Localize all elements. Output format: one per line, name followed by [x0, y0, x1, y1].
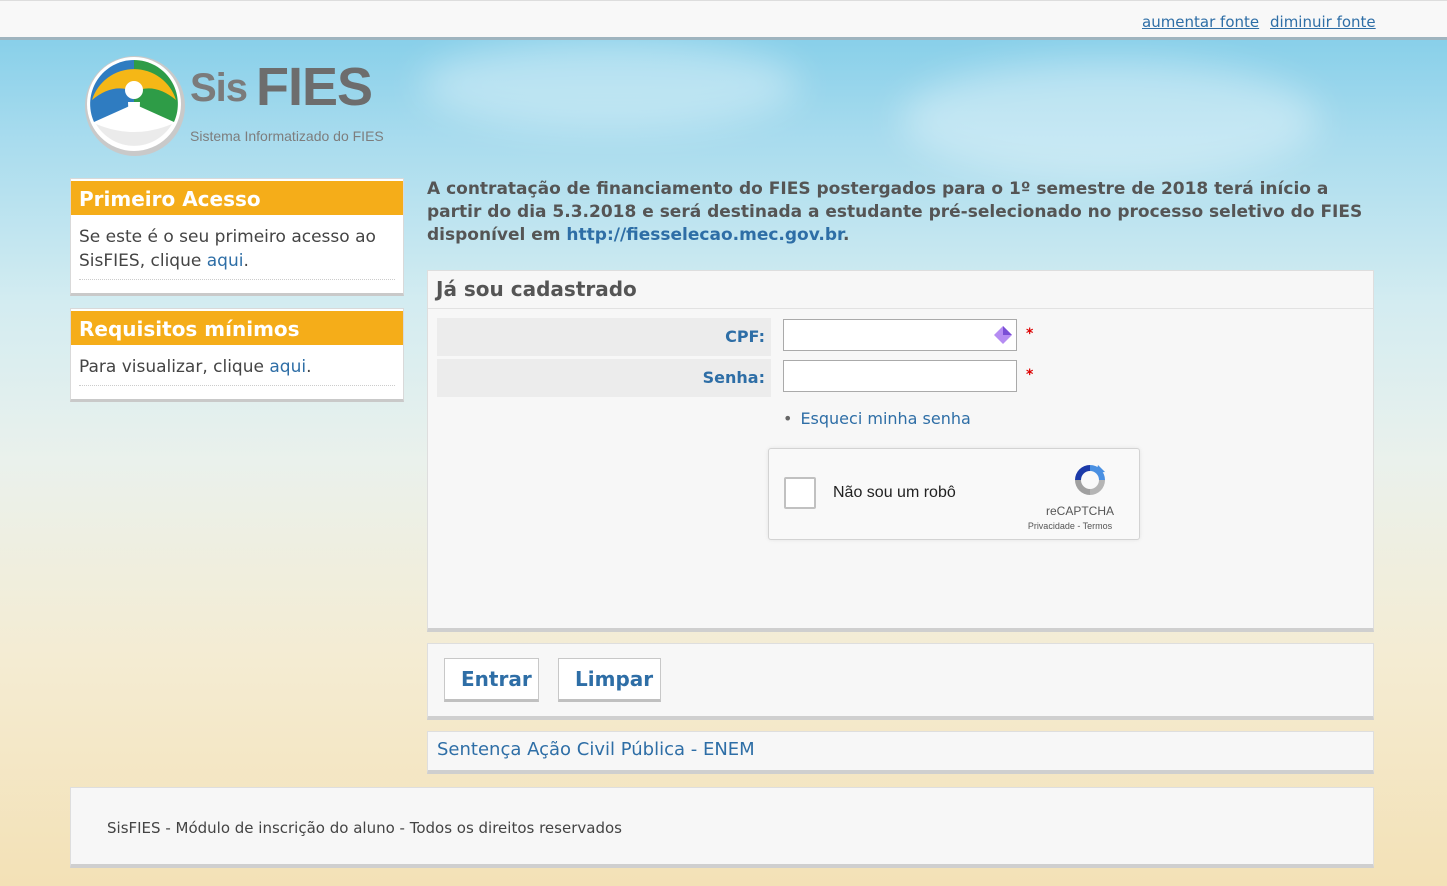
autofill-diamond-icon[interactable] — [993, 325, 1013, 345]
recaptcha-logo-icon — [1075, 465, 1105, 495]
forgot-password-item: • Esqueci minha senha — [783, 409, 971, 428]
first-access-body: Se este é o seu primeiro acesso ao SisFI… — [71, 215, 403, 288]
password-label: Senha: — [437, 359, 771, 397]
background-cloud — [420, 40, 800, 130]
requirements-end: . — [306, 357, 312, 377]
sisfies-emblem-icon — [85, 56, 185, 156]
enter-button[interactable]: Entrar — [444, 658, 539, 702]
sisfies-logo: Sis FIES Sistema Informatizado do FIES — [84, 52, 394, 162]
footer: SisFIES - Módulo de inscrição do aluno -… — [70, 787, 1374, 868]
logo-subtitle: Sistema Informatizado do FIES — [190, 128, 384, 144]
password-required-mark: * — [1026, 367, 1034, 383]
first-access-link[interactable]: aqui — [207, 251, 244, 271]
divider — [79, 385, 395, 386]
recaptcha-checkbox[interactable] — [784, 477, 816, 509]
forgot-password-link[interactable]: Esqueci minha senha — [800, 409, 970, 428]
recaptcha-label: Não sou um robô — [833, 484, 956, 501]
login-panel-title: Já sou cadastrado — [428, 271, 1373, 309]
recaptcha-brand: reCAPTCHA — [1045, 504, 1114, 518]
logo-sis-text: Sis — [190, 66, 248, 110]
requirements-title: Requisitos mínimos — [71, 309, 403, 345]
requirements-text: Para visualizar, clique — [79, 357, 264, 377]
sentence-link[interactable]: Sentença Ação Civil Pública - ENEM — [437, 739, 755, 760]
first-access-box: Primeiro Acesso Se este é o seu primeiro… — [70, 178, 404, 296]
divider — [79, 279, 395, 280]
notice-text: A contratação de financiamento do FIES p… — [427, 178, 1377, 247]
clear-button[interactable]: Limpar — [558, 658, 661, 702]
decrease-font-link[interactable]: diminuir fonte — [1270, 13, 1376, 31]
login-panel: Já sou cadastrado CPF: * Senha: * • Esque… — [427, 270, 1374, 632]
notice-end: . — [843, 225, 850, 245]
sentence-box: Sentença Ação Civil Pública - ENEM — [427, 731, 1374, 774]
recaptcha-widget: Não sou um robô reCAPTCHA Privacidade - … — [768, 448, 1140, 540]
increase-font-link[interactable]: aumentar fonte — [1142, 13, 1259, 31]
top-bar: aumentar fonte diminuir fonte — [0, 0, 1447, 40]
cpf-label: CPF: — [437, 318, 771, 356]
requirements-box: Requisitos mínimos Para visualizar, cliq… — [70, 308, 404, 402]
cpf-input[interactable] — [783, 319, 1017, 351]
password-input[interactable] — [783, 360, 1017, 392]
requirements-body: Para visualizar, clique aqui. — [71, 345, 403, 394]
logo-fies-text: FIES — [256, 57, 373, 117]
fies-selection-link[interactable]: http://fiesselecao.mec.gov.br — [566, 225, 843, 245]
footer-text: SisFIES - Módulo de inscrição do aluno -… — [107, 819, 622, 837]
requirements-link[interactable]: aqui — [269, 357, 306, 377]
cpf-required-mark: * — [1026, 326, 1034, 342]
bullet-icon: • — [783, 409, 793, 428]
first-access-end: . — [243, 251, 249, 271]
recaptcha-terms[interactable]: Privacidade - Termos — [1015, 521, 1125, 531]
first-access-title: Primeiro Acesso — [71, 179, 403, 215]
button-bar: Entrar Limpar — [427, 643, 1374, 720]
background-cloud — [900, 60, 1320, 180]
